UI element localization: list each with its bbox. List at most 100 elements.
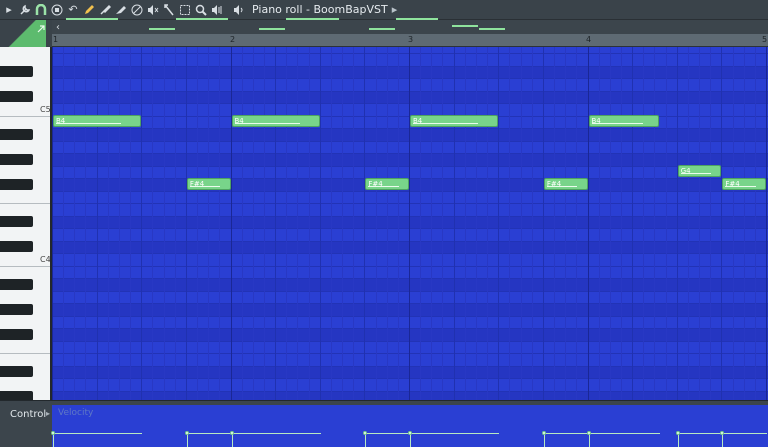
velocity-stem[interactable] (722, 433, 724, 447)
note-label: G4 (680, 167, 691, 175)
menu-arrow-icon[interactable]: ▸ (2, 3, 16, 17)
timeline-ruler[interactable]: 1 2 3 4 5 (52, 34, 768, 47)
note-label: B4 (234, 117, 244, 125)
note-b4[interactable]: B4 (410, 115, 499, 127)
black-key[interactable] (0, 178, 33, 190)
slice-icon[interactable] (162, 3, 176, 17)
note-velocity-line (189, 185, 221, 187)
black-key[interactable] (0, 328, 33, 340)
control-label[interactable]: Control (10, 409, 46, 420)
note-label: B4 (591, 117, 601, 125)
velocity-handle[interactable] (675, 431, 680, 435)
note-b4[interactable]: B4 (588, 115, 659, 127)
note-b4[interactable]: B4 (231, 115, 320, 127)
velocity-stem[interactable] (677, 433, 679, 447)
step-line (565, 47, 567, 400)
paint-brush-icon[interactable] (98, 3, 112, 17)
black-key-row (52, 328, 768, 341)
note-g4[interactable]: G4 (677, 165, 722, 177)
velocity-stem[interactable] (543, 433, 545, 447)
speaker-icon[interactable] (232, 3, 246, 17)
velocity-handle[interactable] (720, 431, 725, 435)
velocity-stem[interactable] (588, 433, 590, 447)
velocity-handle[interactable] (363, 431, 368, 435)
beat-line (632, 47, 634, 400)
step-line (420, 47, 422, 400)
velocity-handle[interactable] (408, 431, 412, 435)
step-line (464, 47, 466, 400)
black-key[interactable] (0, 153, 33, 165)
select-icon[interactable] (178, 3, 192, 17)
note-label: F#4 (546, 179, 562, 188)
black-key-row (52, 65, 768, 78)
mute-tool-icon[interactable] (130, 3, 144, 17)
title-menu-arrow-icon[interactable]: ▸ (392, 3, 398, 16)
control-arrow-icon[interactable]: ▸ (46, 409, 50, 418)
black-key[interactable] (0, 278, 33, 290)
row-line (52, 278, 768, 279)
step-line (241, 47, 243, 400)
velocity-handle[interactable] (586, 431, 591, 435)
pencil-icon[interactable] (82, 3, 96, 17)
wrench-icon[interactable] (18, 3, 32, 17)
note-fs4[interactable]: F#4 (186, 177, 231, 190)
velocity-bar (410, 433, 500, 434)
magnet-icon[interactable] (34, 3, 48, 17)
note-fs4[interactable]: F#4 (722, 177, 766, 190)
black-key[interactable] (0, 241, 33, 252)
velocity-lane[interactable]: Velocity (51, 405, 768, 447)
step-line (509, 47, 511, 400)
note-velocity-line (413, 123, 479, 124)
black-key[interactable] (0, 366, 33, 377)
velocity-handle[interactable] (184, 431, 189, 435)
velocity-stem[interactable] (365, 433, 367, 447)
step-line (487, 47, 489, 400)
step-line (520, 47, 522, 400)
stop-icon[interactable] (50, 3, 64, 17)
note-velocity-line (368, 185, 399, 187)
velocity-handle[interactable] (51, 431, 55, 435)
step-line (531, 47, 533, 400)
control-selector[interactable]: Control ▸ (0, 405, 52, 447)
piano-keyboard[interactable]: C5 C4 (0, 47, 52, 400)
note-b4[interactable]: B4 (53, 115, 142, 127)
velocity-bar (677, 433, 723, 434)
velocity-stem[interactable] (231, 433, 233, 447)
note-grid[interactable]: B4 F#4 B4 F#4 B4 F#4 B4 G4 F#4 (52, 47, 768, 400)
note-fs4[interactable]: F#4 (543, 177, 588, 190)
black-key[interactable] (0, 216, 33, 227)
step-line (353, 47, 355, 400)
black-key[interactable] (0, 66, 33, 77)
step-line (74, 47, 76, 400)
step-line (554, 47, 556, 400)
velocity-bar (543, 433, 589, 434)
velocity-bar (365, 433, 410, 434)
volume-mute-icon[interactable] (146, 3, 160, 17)
velocity-stem[interactable] (410, 433, 411, 447)
black-key[interactable] (0, 128, 33, 140)
step-line (152, 47, 154, 400)
snap-corner[interactable] (0, 20, 52, 47)
octave-label: C5 (40, 105, 51, 114)
step-line (118, 47, 120, 400)
row-line (52, 90, 768, 92)
playback-icon[interactable] (210, 3, 224, 17)
black-key[interactable] (0, 391, 33, 400)
beat-line (364, 47, 366, 400)
velocity-stem[interactable] (186, 433, 188, 447)
note-velocity-line (591, 123, 643, 124)
zoom-icon[interactable] (194, 3, 208, 17)
delete-tool-icon[interactable] (114, 3, 128, 17)
black-key[interactable] (0, 303, 33, 315)
velocity-handle[interactable] (229, 431, 234, 435)
note-fs4[interactable]: F#4 (365, 177, 409, 190)
black-key[interactable] (0, 91, 33, 102)
velocity-stem[interactable] (53, 433, 54, 447)
row-line (52, 103, 768, 104)
velocity-handle[interactable] (541, 431, 546, 435)
row-line (52, 378, 768, 379)
beat-line (319, 47, 321, 400)
undo-icon[interactable]: ↶ (66, 3, 80, 17)
black-key-row (52, 90, 768, 103)
step-line (130, 47, 132, 400)
